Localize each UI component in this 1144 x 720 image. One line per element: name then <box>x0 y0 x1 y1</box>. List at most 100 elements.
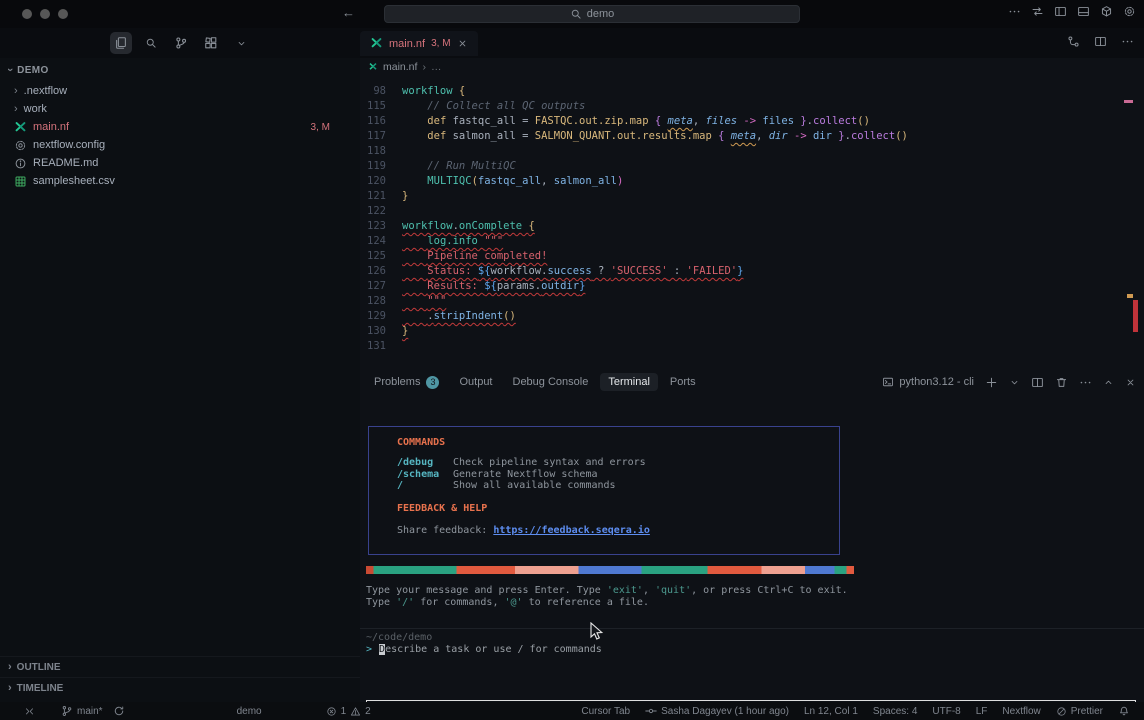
maximize-window-button[interactable] <box>58 9 68 19</box>
blame-status[interactable]: Sasha Dagayev (1 hour ago) <box>645 705 789 717</box>
panel-tab-terminal[interactable]: Terminal <box>600 373 658 391</box>
editor: main.nf › … 98workflow {115 // Collect a… <box>360 58 1144 368</box>
divider <box>360 628 1144 629</box>
chevron-down-icon[interactable] <box>1009 377 1020 388</box>
warning-icon <box>350 706 361 717</box>
commands-heading: COMMANDS <box>397 437 825 448</box>
code-line-116[interactable]: 116 def fastqc_all = FASTQC.out.zip.map … <box>360 114 908 129</box>
code-line-121[interactable]: 121} <box>360 189 908 204</box>
code-line-117[interactable]: 117 def salmon_all = SALMON_QUANT.out.re… <box>360 129 908 144</box>
code-line-119[interactable]: 119 // Run MultiQC <box>360 159 908 174</box>
current-directory: ~/code/demo <box>366 632 432 643</box>
more-icon[interactable] <box>1008 5 1021 18</box>
close-icon[interactable] <box>457 38 468 49</box>
line-content: // Run MultiQC <box>402 159 516 174</box>
activity-extensions[interactable] <box>200 32 222 54</box>
sync-status[interactable] <box>113 705 125 717</box>
close-icon[interactable] <box>1125 377 1136 388</box>
file-item-nextflow-config[interactable]: nextflow.config <box>0 136 360 154</box>
command-center-search[interactable]: demo <box>384 5 800 23</box>
code-line-122[interactable]: 122 <box>360 204 908 219</box>
vscode-window: ← demo main.nf 3, M › DEMO ›.nextflow›wo… <box>0 0 1144 720</box>
prettier-status[interactable]: Prettier <box>1056 706 1103 717</box>
problems-count-badge: 3 <box>426 376 439 389</box>
more-icon[interactable] <box>1079 376 1092 389</box>
editor-actions <box>1067 35 1134 48</box>
minimize-window-button[interactable] <box>40 9 50 19</box>
gear-icon[interactable] <box>1123 5 1136 18</box>
code-line-125[interactable]: 125 Pipeline completed! <box>360 249 908 264</box>
layout-panel-icon[interactable] <box>1077 5 1090 18</box>
code-line-127[interactable]: 127 Results: ${params.outdir} <box>360 279 908 294</box>
breadcrumb-file: main.nf <box>383 61 417 73</box>
code-line-98[interactable]: 98workflow { <box>360 84 908 99</box>
close-window-button[interactable] <box>22 9 32 19</box>
code-line-120[interactable]: 120 MULTIQC(fastqc_all, salmon_all) <box>360 174 908 189</box>
split-panel-icon[interactable] <box>1031 376 1044 389</box>
sidebar-section-outline[interactable]: ›OUTLINE <box>0 656 360 677</box>
file-item-readme-md[interactable]: README.md <box>0 154 360 172</box>
flow-icon[interactable] <box>1067 35 1080 48</box>
cube-icon[interactable] <box>1100 5 1113 18</box>
breadcrumb-more: … <box>431 61 442 73</box>
split-editor-icon[interactable] <box>1094 35 1107 48</box>
line-number: 128 <box>360 294 386 309</box>
feedback-link[interactable]: https://feedback.seqera.io <box>493 525 650 536</box>
activity-bar <box>110 32 252 54</box>
cursor-tab-status[interactable]: Cursor Tab <box>581 706 630 717</box>
chat-input[interactable]: >Describe a task or use / for commands <box>366 644 602 655</box>
status-right: Cursor Tab Sasha Dagayev (1 hour ago) Ln 1… <box>581 705 1130 717</box>
panel-tab-debug-console[interactable]: Debug Console <box>505 373 597 391</box>
sidebar-section-timeline[interactable]: ›TIMELINE <box>0 677 360 698</box>
panel-tab-problems[interactable]: Problems3 <box>366 373 447 392</box>
activity-source-control[interactable] <box>170 32 192 54</box>
panel-header: Problems3Output Debug ConsoleTerminalPort… <box>360 368 1144 396</box>
file-item-samplesheet-csv[interactable]: samplesheet.csv <box>0 172 360 190</box>
activity-files[interactable] <box>110 32 132 54</box>
code-line-118[interactable]: 118 <box>360 144 908 159</box>
indentation-status[interactable]: Spaces: 4 <box>873 706 917 717</box>
remote-icon <box>24 706 35 717</box>
back-icon[interactable]: ← <box>342 5 355 20</box>
panel-tab-output[interactable]: Output <box>451 373 500 391</box>
file-item--nextflow[interactable]: ›.nextflow <box>0 82 360 100</box>
code-line-124[interactable]: 124 log.info """ <box>360 234 908 249</box>
terminal-shell-picker[interactable]: python3.12 - cli <box>882 376 974 388</box>
panel-tab-ports[interactable]: Ports <box>662 373 704 391</box>
code-line-131[interactable]: 131 <box>360 339 908 354</box>
workspace-status[interactable]: demo <box>237 706 262 717</box>
line-number: 130 <box>360 324 386 339</box>
code-line-129[interactable]: 129 .stripIndent() <box>360 309 908 324</box>
explorer-section-demo[interactable]: › DEMO <box>0 58 360 80</box>
cursor-position-status[interactable]: Ln 12, Col 1 <box>804 706 858 717</box>
problems-status[interactable]: 12 <box>326 706 371 717</box>
code-line-126[interactable]: 126 Status: ${workflow.success ? 'SUCCES… <box>360 264 908 279</box>
branch-status[interactable]: main* <box>61 705 103 717</box>
plus-icon[interactable] <box>985 376 998 389</box>
code-line-128[interactable]: 128 """ <box>360 294 908 309</box>
file-label: main.nf <box>33 121 69 133</box>
trash-icon[interactable] <box>1055 376 1068 389</box>
language-status[interactable]: Nextflow <box>1002 706 1040 717</box>
file-item-main-nf[interactable]: main.nf3, M <box>0 118 360 136</box>
status-text: demo <box>237 706 262 717</box>
code-line-123[interactable]: 123workflow.onComplete { <box>360 219 908 234</box>
code-line-115[interactable]: 115 // Collect all QC outputs <box>360 99 908 114</box>
mouse-cursor <box>590 622 604 647</box>
more-icon[interactable] <box>1121 35 1134 48</box>
file-item-work[interactable]: ›work <box>0 100 360 118</box>
tab-main-nf[interactable]: main.nf 3, M <box>360 31 478 56</box>
layout-sidebar-icon[interactable] <box>1054 5 1067 18</box>
remote-indicator[interactable] <box>24 706 35 717</box>
encoding-status[interactable]: UTF-8 <box>932 706 960 717</box>
chevron-up-icon[interactable] <box>1103 377 1114 388</box>
activity-chevron-down[interactable] <box>230 32 252 54</box>
terminal-icon <box>882 376 894 388</box>
swap-arrows-icon[interactable] <box>1031 5 1044 18</box>
notifications-status[interactable] <box>1118 705 1130 717</box>
eol-status[interactable]: LF <box>976 706 988 717</box>
activity-search[interactable] <box>140 32 162 54</box>
terminal-view[interactable]: COMMANDS /debugCheck pipeline syntax and… <box>360 396 1144 702</box>
breadcrumb[interactable]: main.nf › … <box>360 58 1144 76</box>
code-line-130[interactable]: 130} <box>360 324 908 339</box>
